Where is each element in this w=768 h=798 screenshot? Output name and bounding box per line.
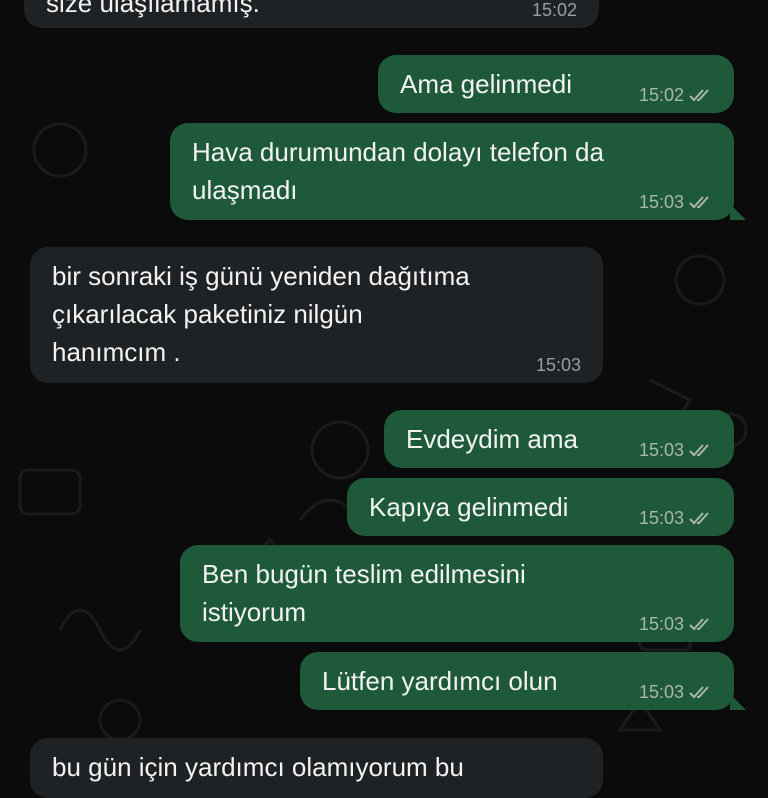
message-text: Hava durumundan dolayı telefon da ulaşma… [192,137,604,205]
message-time: 15:02 [531,0,577,20]
message-outgoing[interactable]: Hava durumundan dolayı telefon da ulaşma… [170,123,746,220]
message-time: 15:03 [535,355,581,375]
message-meta: 15:03 [639,614,712,634]
message-outgoing[interactable]: Kapıya gelinmedi 15:03 [347,478,734,536]
message-meta: 15:02 [532,0,577,20]
message-meta: 15:03 [639,440,712,460]
message-incoming[interactable]: size ulaşılamamış. 15:02 [24,0,599,28]
double-check-icon [688,685,712,699]
message-outgoing[interactable]: Ama gelinmedi 15:02 [378,55,734,113]
message-time: 15:03 [638,192,684,212]
message-outgoing[interactable]: Evdeydim ama 15:03 [384,410,734,468]
message-meta: 15:03 [639,682,712,702]
message-meta: 15:03 [639,508,712,528]
double-check-icon [688,443,712,457]
message-meta: 15:03 [639,192,712,212]
message-text: bir sonraki iş günü yeniden dağıtıma çık… [52,261,470,367]
double-check-icon [688,617,712,631]
message-time: 15:02 [638,85,684,105]
double-check-icon [688,195,712,209]
message-time: 15:03 [638,614,684,634]
message-outgoing[interactable]: Lütfen yardımcı olun 15:03 [300,652,746,710]
message-meta: 15:02 [639,85,712,105]
chat-conversation: size ulaşılamamış. 15:02 Ama gelinmedi 1… [0,0,768,798]
double-check-icon [688,88,712,102]
message-text: Ben bugün teslim edilmesini istiyorum [202,559,526,627]
message-incoming[interactable]: bu gün için yardımcı olamıyorum bu [30,738,603,798]
message-text: size ulaşılamamış. [46,0,260,18]
message-time: 15:03 [638,682,684,702]
message-time: 15:03 [638,440,684,460]
message-outgoing[interactable]: Ben bugün teslim edilmesini istiyorum 15… [180,545,734,642]
double-check-icon [688,511,712,525]
message-time: 15:03 [638,508,684,528]
message-text: bu gün için yardımcı olamıyorum bu [52,752,464,782]
message-incoming[interactable]: bir sonraki iş günü yeniden dağıtıma çık… [30,247,603,383]
message-meta: 15:03 [536,355,581,375]
